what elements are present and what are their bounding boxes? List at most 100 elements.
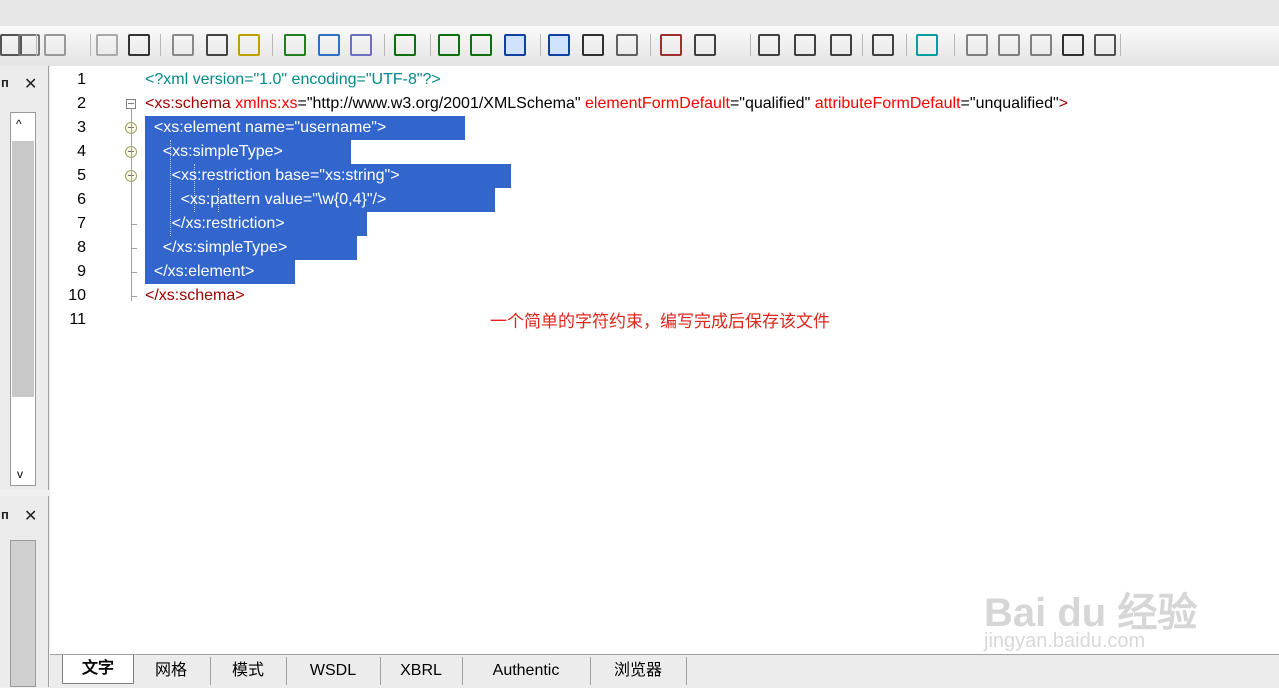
tab-0[interactable]: 文字 xyxy=(62,655,134,684)
left-panel-top: ᴨ ✕ ^ v xyxy=(0,66,49,490)
toolbar-separator xyxy=(272,34,273,56)
spellcheck-icon[interactable] xyxy=(350,34,372,56)
tab-3[interactable]: WSDL xyxy=(286,657,381,685)
code-token: attributeFormDefault xyxy=(810,95,961,112)
code-token: = xyxy=(960,95,970,112)
toolbar-separator xyxy=(36,34,37,56)
find-icon[interactable] xyxy=(128,34,150,56)
fold-end-tick xyxy=(131,272,137,273)
code-line[interactable]: </xs:schema> xyxy=(145,284,245,308)
line-number: 11 xyxy=(69,311,86,328)
tab-4[interactable]: XBRL xyxy=(380,657,463,685)
file-icon[interactable] xyxy=(660,34,682,56)
code-token: = xyxy=(297,95,307,112)
toolbar-separator xyxy=(906,34,907,56)
code-line[interactable]: <xs:schema xmlns:xs="http://www.w3.org/2… xyxy=(145,92,1068,116)
code-line[interactable]: <xs:pattern value="\w{0,4}"/> xyxy=(145,188,387,212)
panel-scrollbar[interactable]: ^ v xyxy=(10,112,36,486)
xsl-fo-icon[interactable] xyxy=(438,34,460,56)
watermark-brand: Bai du 经验 xyxy=(984,591,1198,635)
scroll-thumb[interactable] xyxy=(12,141,34,397)
bookmark-clear-icon[interactable] xyxy=(1030,34,1052,56)
redo-icon[interactable] xyxy=(96,34,118,56)
bookmark-next-icon[interactable] xyxy=(966,34,988,56)
validate-icon[interactable] xyxy=(284,34,306,56)
db-icon[interactable] xyxy=(582,34,604,56)
comment-icon[interactable] xyxy=(1062,34,1084,56)
fold-end-tick xyxy=(131,224,137,225)
line-number: 7 xyxy=(77,215,86,232)
code-token: <xs:schema xyxy=(145,95,236,112)
tab-2[interactable]: 模式 xyxy=(210,657,287,685)
code-token: <xs:element name="username"> xyxy=(145,119,387,136)
toolbar-separator xyxy=(1120,34,1121,56)
code-editor[interactable]: 1 2 3 4 5 6 7 8 9 10 11 一个简单的字符约束，编写完成后保存该文件 <?xml… xyxy=(50,66,1279,654)
tab-6[interactable]: 浏览器 xyxy=(590,657,687,685)
collapse-icon[interactable] xyxy=(830,34,852,56)
scroll-up-icon[interactable]: ^ xyxy=(16,117,22,131)
tab-1[interactable]: 网格 xyxy=(132,657,211,685)
text-view-icon[interactable] xyxy=(504,34,526,56)
code-token: "http://www.w3.org/2001/XMLSchema" xyxy=(306,95,581,112)
code-token: = xyxy=(729,95,740,112)
pretty-print-icon[interactable] xyxy=(758,34,780,56)
xquery-icon[interactable] xyxy=(470,34,492,56)
find-next-icon[interactable] xyxy=(172,34,194,56)
schema-icon[interactable] xyxy=(318,34,340,56)
tab-5[interactable]: Authentic xyxy=(462,657,591,685)
toolbar-separator xyxy=(430,34,431,56)
line-number: 3 xyxy=(77,119,86,136)
code-line[interactable]: </xs:element> xyxy=(145,260,255,284)
undo-icon[interactable] xyxy=(44,34,66,56)
fold-end-tick xyxy=(131,296,137,297)
code-line[interactable]: </xs:restriction> xyxy=(145,212,285,236)
code-line[interactable]: <?xml version="1.0" encoding="UTF-8"?> xyxy=(145,68,441,92)
line-number: 9 xyxy=(77,263,86,280)
replace-icon[interactable] xyxy=(206,34,228,56)
line-number: 1 xyxy=(77,71,86,88)
line-number: 5 xyxy=(77,167,86,184)
code-token: </xs:element> xyxy=(145,263,255,280)
bookmark-icon[interactable] xyxy=(916,34,938,56)
code-line[interactable]: </xs:simpleType> xyxy=(145,236,288,260)
code-token: <?xml version="1.0" encoding="UTF-8"?> xyxy=(145,71,441,88)
code-line[interactable]: <xs:simpleType> xyxy=(145,140,283,164)
scroll-down-icon[interactable]: v xyxy=(17,467,23,481)
fold-toggle-icon[interactable] xyxy=(126,99,136,109)
left-panel-bottom: ᴨ ✕ xyxy=(0,496,49,687)
toolbar-separator xyxy=(954,34,955,56)
pin-icon[interactable]: ᴨ xyxy=(1,507,9,522)
fold-end-tick xyxy=(131,248,137,249)
line-number: 6 xyxy=(77,191,86,208)
code-token: <xs:simpleType> xyxy=(145,143,283,160)
code-line[interactable]: <xs:restriction base="xs:string"> xyxy=(145,164,400,188)
main-toolbar xyxy=(0,26,1279,72)
toggle-icon[interactable] xyxy=(872,34,894,56)
pin-icon[interactable]: ᴨ xyxy=(1,75,9,90)
panel-header: ᴨ ✕ xyxy=(0,504,48,530)
grid-view-icon[interactable] xyxy=(548,34,570,56)
close-icon[interactable]: ✕ xyxy=(24,74,37,94)
code-token: "unqualified" xyxy=(969,95,1059,112)
bookmark-prev-icon[interactable] xyxy=(998,34,1020,56)
indent-icon[interactable] xyxy=(794,34,816,56)
toolbar-separator xyxy=(160,34,161,56)
code-token: </xs:restriction> xyxy=(145,215,285,232)
panel-content xyxy=(10,540,36,687)
annotation-text: 一个简单的字符约束，编写完成后保存该文件 xyxy=(490,312,830,331)
settings-icon[interactable] xyxy=(1094,34,1116,56)
toolbar-separator xyxy=(750,34,751,56)
panel-header: ᴨ ✕ xyxy=(0,72,48,98)
toolbar-separator xyxy=(650,34,651,56)
line-number: 4 xyxy=(77,143,86,160)
word-wrap-icon[interactable] xyxy=(694,34,716,56)
xsl-transform-icon[interactable] xyxy=(394,34,416,56)
close-icon[interactable]: ✕ xyxy=(24,506,37,526)
code-token: </xs:simpleType> xyxy=(145,239,288,256)
code-token: > xyxy=(1058,95,1068,112)
schema-def-icon[interactable] xyxy=(616,34,638,56)
check-wellformed-icon[interactable] xyxy=(238,34,260,56)
code-line[interactable]: <xs:element name="username"> xyxy=(145,116,386,140)
line-number: 2 xyxy=(77,95,86,112)
code-token: elementFormDefault xyxy=(580,95,730,112)
